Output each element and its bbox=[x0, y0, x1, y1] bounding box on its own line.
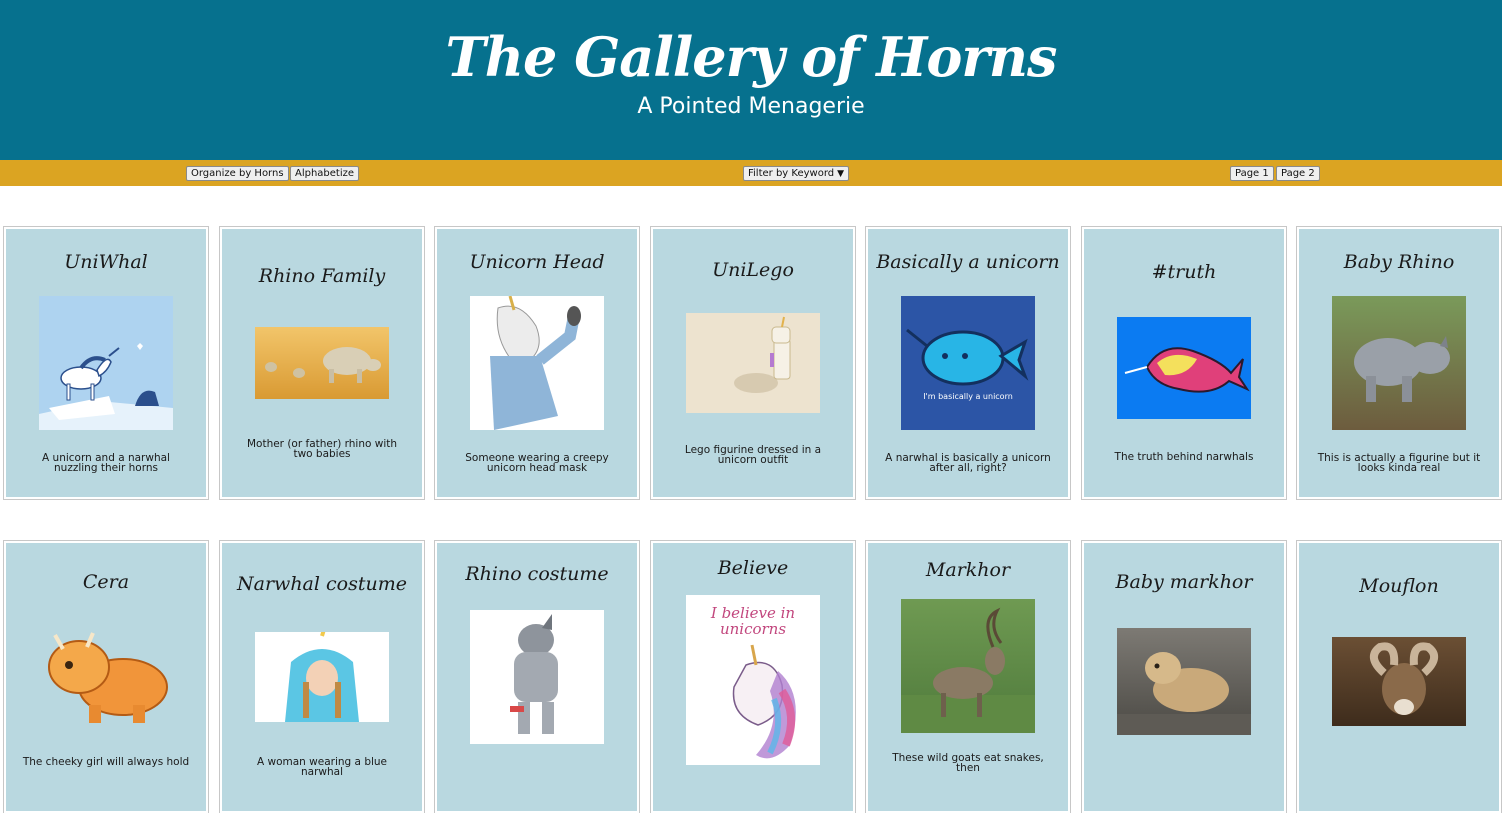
narwhal-costume-image bbox=[255, 632, 389, 722]
page-header: The Gallery of Horns A Pointed Menagerie bbox=[0, 0, 1502, 160]
page-title: The Gallery of Horns bbox=[445, 25, 1058, 89]
gallery-card: Cera The cheeky girl will always hold bbox=[3, 540, 209, 813]
keyword-filter-label: Filter by Keyword bbox=[748, 168, 835, 179]
card-description: A narwhal is basically a unicorn after a… bbox=[885, 452, 1051, 474]
organize-by-horns-button[interactable]: Organize by Horns bbox=[186, 166, 289, 181]
page-1-button[interactable]: Page 1 bbox=[1230, 166, 1274, 181]
gallery-card: Mouflon bbox=[1296, 540, 1502, 813]
card-title: Baby Rhino bbox=[1343, 251, 1455, 273]
card-title: Baby markhor bbox=[1115, 571, 1253, 593]
card-title: Basically a unicorn bbox=[876, 251, 1060, 273]
card-description: A unicorn and a narwhal nuzzling their h… bbox=[42, 452, 170, 474]
rhino-mascot-image bbox=[470, 610, 604, 744]
gallery-card: UniWhal A unicorn and a narwhal nuzzling… bbox=[3, 226, 209, 500]
page-subtitle: A Pointed Menagerie bbox=[637, 94, 865, 119]
card-title: UniLego bbox=[712, 259, 794, 281]
card-title: Cera bbox=[82, 571, 130, 593]
gallery-card: Rhino costume bbox=[434, 540, 640, 813]
card-description: Someone wearing a creepy unicorn head ma… bbox=[465, 452, 609, 474]
card-title: Narwhal costume bbox=[237, 573, 407, 595]
card-title: Rhino costume bbox=[465, 563, 609, 585]
unicorn-mask-image bbox=[470, 296, 604, 430]
narwhal-cartoon-image: I'm basically a unicorn bbox=[901, 296, 1035, 430]
card-title: UniWhal bbox=[64, 251, 148, 273]
card-title: #truth bbox=[1151, 261, 1217, 283]
card-title: Mouflon bbox=[1359, 575, 1439, 597]
gallery-card: Basically a unicorn I'm basically a unic… bbox=[865, 226, 1071, 500]
card-title: Unicorn Head bbox=[469, 251, 605, 273]
narwhal-truth-image bbox=[1117, 317, 1251, 419]
gallery-card: Baby Rhino This is actually a figurine b… bbox=[1296, 226, 1502, 500]
baby-markhor-image bbox=[1117, 628, 1251, 735]
card-description: Lego figurine dressed in a unicorn outfi… bbox=[684, 444, 822, 466]
lego-unicorn-image bbox=[686, 313, 820, 413]
alphabetize-button[interactable]: Alphabetize bbox=[290, 166, 360, 181]
chevron-down-icon: ▼ bbox=[837, 169, 845, 179]
card-title: Believe bbox=[717, 557, 789, 579]
card-description: Mother (or father) rhino with two babies bbox=[246, 438, 398, 460]
gallery-card: Rhino Family Mother (or father) rhino wi… bbox=[219, 226, 425, 500]
keyword-filter-select[interactable]: Filter by Keyword ▼ bbox=[743, 166, 850, 181]
baby-rhino-image bbox=[1332, 296, 1466, 430]
believe-unicorn-image: I believe in unicorns bbox=[686, 595, 820, 765]
card-description: This is actually a figurine but it looks… bbox=[1317, 452, 1481, 474]
card-title: Rhino Family bbox=[258, 265, 386, 287]
gallery-card: #truth The truth behind narwhals bbox=[1081, 226, 1287, 500]
toolbar: Organize by Horns Alphabetize Filter by … bbox=[0, 160, 1502, 186]
markhor-image bbox=[901, 599, 1035, 733]
image-caption: I'm basically a unicorn bbox=[923, 392, 1013, 401]
mouflon-image bbox=[1332, 637, 1466, 726]
card-description: These wild goats eat snakes, then bbox=[892, 752, 1044, 774]
gallery-card: Markhor These wild goats eat snakes, the… bbox=[865, 540, 1071, 813]
triceratops-image bbox=[39, 621, 173, 731]
unicorn-narwhal-image bbox=[39, 296, 173, 430]
page-2-button[interactable]: Page 2 bbox=[1276, 166, 1320, 181]
gallery-card: Narwhal costume A woman wearing a blue n… bbox=[219, 540, 425, 813]
card-description: The truth behind narwhals bbox=[1114, 451, 1254, 463]
gallery-card: Believe I believe in unicorns bbox=[650, 540, 856, 813]
gallery-card: Baby markhor bbox=[1081, 540, 1287, 813]
rhino-family-image bbox=[255, 327, 389, 399]
gallery-card: UniLego Lego figurine dressed in a unico… bbox=[650, 226, 856, 500]
card-title: Markhor bbox=[925, 559, 1011, 581]
card-description: A woman wearing a blue narwhal bbox=[256, 756, 388, 778]
gallery-card: Unicorn Head Someone wearing a creepy un… bbox=[434, 226, 640, 500]
